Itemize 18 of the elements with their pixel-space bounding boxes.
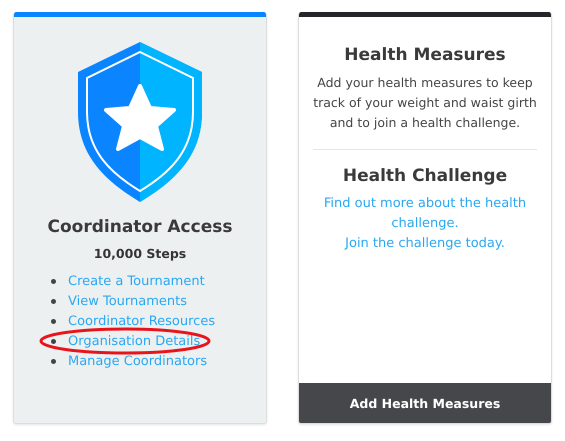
bullet-icon — [51, 278, 56, 284]
bullet-icon — [51, 358, 56, 364]
link[interactable]: Create a Tournament — [68, 274, 205, 288]
shield-star-icon — [78, 42, 202, 202]
section-title: Health Challenge — [342, 166, 508, 186]
add-health-measures-button[interactable]: Add Health Measures — [299, 383, 551, 423]
link[interactable]: Manage Coordinators — [68, 354, 208, 368]
description-text: Add your health measures to keep track of your weight and waist girth and to join a health challenge. — [313, 74, 537, 132]
link[interactable]: Coordinator Resources — [68, 314, 216, 328]
card-title: Coordinator Access — [48, 217, 232, 237]
bullet-icon — [51, 318, 56, 324]
link[interactable]: View Tournaments — [68, 294, 187, 308]
bullet-icon — [51, 298, 56, 304]
steps-label: 10,000 Steps — [94, 246, 186, 261]
link[interactable]: Find out more about the health challenge. — [313, 194, 537, 234]
bullet-icon — [51, 338, 56, 344]
section-title: Health Measures — [343, 45, 507, 65]
link[interactable]: Join the challenge today. — [313, 234, 537, 254]
